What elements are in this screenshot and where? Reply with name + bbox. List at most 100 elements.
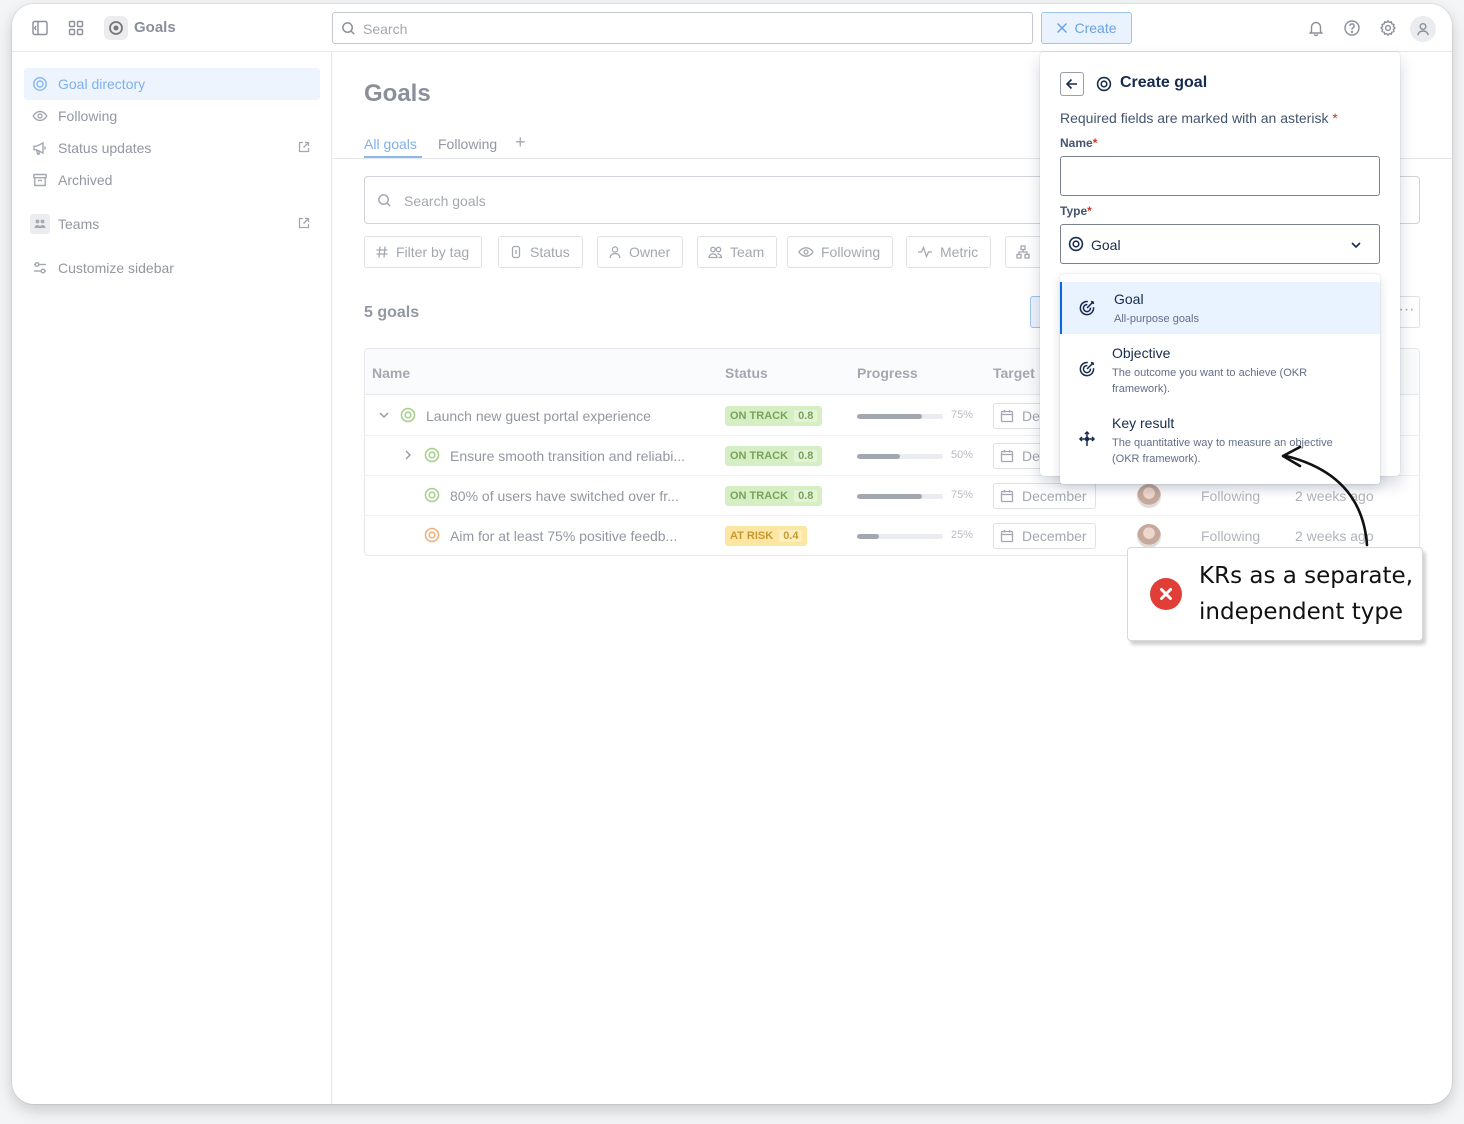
- sidebar-item-label: Customize sidebar: [58, 260, 174, 276]
- sidebar-item-following[interactable]: Following: [24, 100, 320, 132]
- annotation-callout: KRs as a separate, independent type: [1127, 547, 1423, 641]
- target-date: December: [1022, 488, 1087, 504]
- column-header-name[interactable]: Name: [372, 365, 410, 381]
- target-date-chip[interactable]: December: [993, 523, 1096, 549]
- option-description: All-purpose goals: [1114, 313, 1199, 325]
- status-score: 0.8: [794, 490, 818, 502]
- chevron-down-icon[interactable]: [377, 408, 391, 422]
- goal-icon: [424, 447, 440, 463]
- sidebar-item-status-updates[interactable]: Status updates: [24, 132, 320, 164]
- type-option-objective[interactable]: Objective The outcome you want to achiev…: [1060, 336, 1380, 400]
- target-date: De: [1022, 448, 1040, 464]
- progress-percent: 25%: [951, 529, 974, 541]
- progress-bar: [857, 454, 943, 459]
- tab-following[interactable]: Following: [438, 136, 497, 152]
- goal-count: 5 goals: [364, 304, 420, 321]
- sidebar-toggle-icon[interactable]: [28, 16, 52, 40]
- goal-name[interactable]: 80% of users have switched over fr...: [450, 488, 679, 504]
- profile-avatar-icon[interactable]: [1410, 16, 1436, 42]
- option-title: Goal: [1114, 291, 1144, 307]
- goal-name[interactable]: Launch new guest portal experience: [426, 408, 651, 424]
- sidebar-item-label: Teams: [58, 216, 100, 232]
- following-status[interactable]: Following: [1201, 488, 1260, 504]
- eye-icon: [30, 106, 50, 126]
- status-text: ON TRACK: [730, 490, 789, 502]
- name-input[interactable]: [1060, 156, 1380, 196]
- progress-bar: [857, 534, 943, 539]
- target-date-chip[interactable]: December: [993, 483, 1096, 509]
- status-score: 0.8: [794, 450, 818, 462]
- goal-icon: [424, 487, 440, 503]
- progress-fill: [857, 414, 922, 419]
- name-label-text: Name: [1060, 136, 1093, 150]
- metric-filter-chip[interactable]: Metric: [906, 236, 992, 268]
- goal-name[interactable]: Aim for at least 75% positive feedb...: [450, 528, 677, 544]
- option-title: Objective: [1112, 345, 1171, 361]
- create-button-label: Create: [1074, 20, 1117, 36]
- create-button[interactable]: Create: [1041, 12, 1132, 44]
- goals-app-icon[interactable]: [104, 16, 128, 40]
- sidebar-item-teams[interactable]: Teams: [24, 208, 320, 240]
- filter-label: Owner: [629, 244, 671, 260]
- chevron-down-icon: [1349, 238, 1363, 252]
- back-arrow-icon[interactable]: [1060, 72, 1084, 96]
- required-note-text: Required fields are marked with an aster…: [1060, 110, 1329, 126]
- status-lozenge: ON TRACK 0.8: [725, 486, 823, 506]
- column-header-progress[interactable]: Progress: [857, 365, 918, 381]
- type-option-key-result[interactable]: Key result The quantitative way to measu…: [1060, 406, 1380, 470]
- sidebar-item-archived[interactable]: Archived: [24, 164, 320, 196]
- sidebar-item-goal-directory[interactable]: Goal directory: [24, 68, 320, 100]
- status-text: AT RISK: [730, 530, 774, 542]
- calendar-icon: [1000, 490, 1014, 503]
- filter-by-tag-chip[interactable]: Filter by tag: [364, 236, 483, 268]
- following-filter-chip[interactable]: Following: [787, 236, 894, 268]
- search-icon: [377, 193, 392, 208]
- column-header-status[interactable]: Status: [725, 365, 768, 381]
- settings-gear-icon[interactable]: [1376, 16, 1400, 40]
- owner-avatar[interactable]: [1137, 484, 1161, 508]
- status-filter-chip[interactable]: Status: [498, 236, 583, 268]
- goal-icon: [1068, 236, 1084, 252]
- external-link-icon[interactable]: [298, 217, 310, 229]
- calendar-icon: [1000, 410, 1014, 423]
- app-switcher-icon[interactable]: [64, 16, 88, 40]
- filter-label: Team: [730, 244, 765, 260]
- help-icon[interactable]: [1340, 16, 1364, 40]
- customize-icon: [30, 258, 50, 278]
- option-description: The outcome you want to achieve (OKR fra…: [1112, 367, 1308, 395]
- add-tab-plus-icon[interactable]: +: [515, 132, 526, 153]
- progress-fill: [857, 454, 900, 459]
- owner-filter-chip[interactable]: Owner: [597, 236, 684, 268]
- type-select[interactable]: Goal: [1060, 224, 1380, 264]
- column-header-target[interactable]: Target: [993, 365, 1035, 381]
- status-text: ON TRACK: [730, 450, 789, 462]
- sidebar-item-customize-sidebar[interactable]: Customize sidebar: [24, 252, 320, 284]
- calendar-icon: [1000, 530, 1014, 543]
- tab-all-goals[interactable]: All goals: [364, 136, 417, 152]
- error-x-icon: [1150, 578, 1182, 610]
- status-icon: [509, 245, 523, 259]
- external-link-icon[interactable]: [298, 141, 310, 153]
- goal-target-icon: [1078, 299, 1096, 317]
- sidebar: Goal directory Following Status updates …: [12, 52, 332, 1104]
- sidebar-item-label: Status updates: [58, 140, 152, 156]
- sidebar-item-label: Following: [58, 108, 118, 124]
- team-filter-chip[interactable]: Team: [697, 236, 778, 268]
- following-status[interactable]: Following: [1201, 528, 1260, 544]
- goal-name[interactable]: Ensure smooth transition and reliabi...: [450, 448, 685, 464]
- hash-icon: [375, 245, 389, 259]
- required-asterisk: *: [1087, 204, 1092, 218]
- owner-avatar[interactable]: [1137, 524, 1161, 548]
- type-option-goal[interactable]: Goal All-purpose goals: [1060, 282, 1380, 334]
- type-dropdown-menu: Goal All-purpose goals Objective The out…: [1060, 274, 1380, 484]
- status-lozenge: ON TRACK 0.8: [725, 406, 823, 426]
- metric-pulse-icon: [917, 245, 933, 259]
- chevron-right-icon[interactable]: [401, 448, 415, 462]
- filter-label: Following: [821, 244, 881, 260]
- notifications-bell-icon[interactable]: [1304, 16, 1328, 40]
- global-search-input[interactable]: Search: [332, 12, 1033, 44]
- hierarchy-filter-chip[interactable]: [1005, 236, 1045, 268]
- goal-icon: [400, 407, 416, 423]
- app-title[interactable]: Goals: [134, 19, 176, 36]
- key-result-icon: [1078, 430, 1096, 448]
